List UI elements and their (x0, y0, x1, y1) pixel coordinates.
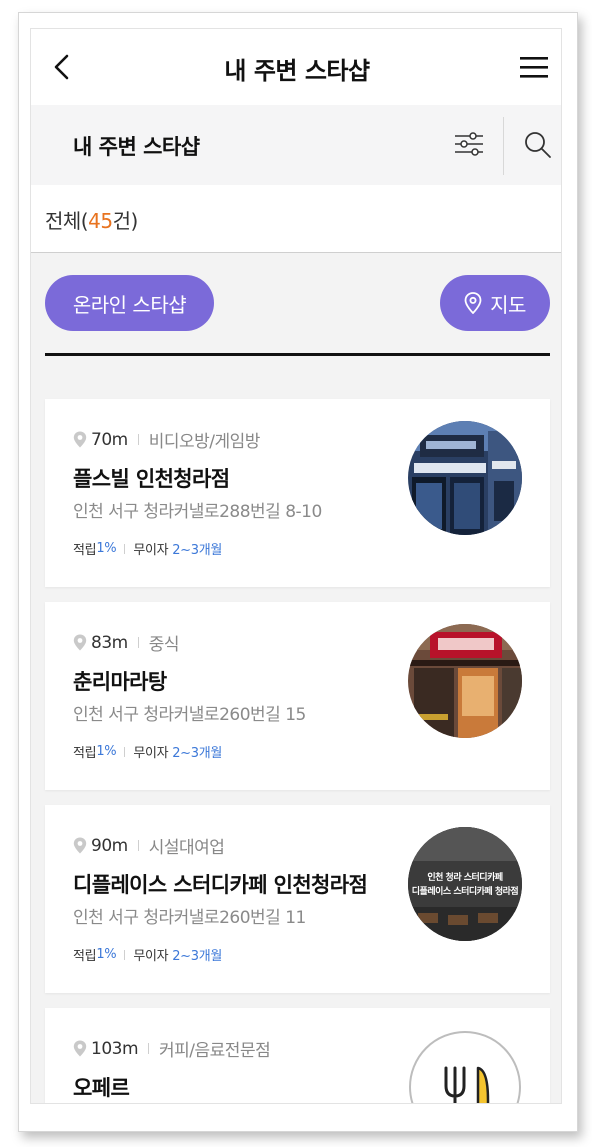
shop-card[interactable]: 83m 중식 춘리마라탕 인천 서구 청라커낼로260번길 15 적립 1% 무이… (45, 602, 550, 790)
shop-category: 비디오방/게임방 (148, 432, 261, 452)
shop-thumbnail: 인천 청라 스터디카페 디플레이스 스터디카페 청라점 (408, 827, 522, 941)
location-pin-icon (73, 837, 87, 854)
search-icon[interactable] (523, 130, 553, 160)
shop-distance: 103m (91, 1038, 139, 1059)
map-button-label: 지도 (490, 292, 526, 317)
shop-thumbnail (408, 1030, 522, 1103)
section-divider (45, 353, 550, 356)
storefront-photo-icon (408, 421, 522, 535)
result-count: 전체(45건) (45, 209, 138, 233)
shop-name: 플스빌 인천청라점 (73, 467, 230, 491)
location-pin-icon (464, 292, 482, 314)
shop-name: 오페르 (73, 1076, 130, 1100)
shop-card[interactable]: 103m 커피/음료전문점 오페르 (45, 1008, 550, 1103)
shop-benefits: 적립 1% 무이자 2~3개월 (73, 947, 223, 964)
header-divider (503, 117, 504, 175)
installment-period: 2~3개월 (172, 543, 223, 558)
shop-category: 중식 (148, 635, 180, 655)
thumb-caption-line1: 인천 청라 스터디카페 (427, 873, 503, 883)
installment-period: 2~3개월 (172, 949, 223, 964)
shop-category: 시설대여업 (148, 838, 225, 858)
result-count-row: 전체(45건) (31, 185, 561, 253)
shop-meta: 103m 커피/음료전문점 (73, 1036, 271, 1061)
point-rate: 1% (96, 947, 117, 962)
shop-distance: 83m (91, 632, 128, 653)
map-button[interactable]: 지도 (440, 275, 550, 331)
online-starshop-button[interactable]: 온라인 스타샵 (45, 275, 214, 331)
app-bar: 내 주변 스타샵 (31, 29, 561, 105)
location-pin-icon (73, 1040, 87, 1057)
shop-category: 커피/음료전문점 (159, 1041, 271, 1061)
page-title: 내 주변 스타샵 (224, 57, 370, 85)
shop-distance: 90m (91, 835, 128, 856)
app-screen: 내 주변 스타샵 내 주변 스타샵 전체(45건) 온라인 스타샵 지도 70m… (30, 28, 562, 1104)
shop-name: 디플레이스 스터디카페 인천청라점 (73, 873, 368, 897)
filter-sliders-icon[interactable] (453, 129, 485, 159)
result-count-number: 45 (88, 209, 113, 233)
shop-card[interactable]: 70m 비디오방/게임방 플스빌 인천청라점 인천 서구 청라커낼로288번길 … (45, 399, 550, 587)
installment-period: 2~3개월 (172, 746, 223, 761)
fork-knife-placeholder-icon (409, 1031, 521, 1103)
shop-address: 인천 서구 청라커낼로260번길 11 (73, 908, 306, 928)
hamburger-menu-icon[interactable] (519, 55, 549, 79)
thumb-caption-line2: 디플레이스 스터디카페 청라점 (411, 887, 519, 897)
shop-meta: 70m 비디오방/게임방 (73, 427, 260, 452)
shop-meta: 83m 중식 (73, 630, 179, 655)
shop-benefits: 적립 1% 무이자 2~3개월 (73, 744, 223, 761)
shop-benefits: 적립 1% 무이자 2~3개월 (73, 541, 223, 558)
point-rate: 1% (96, 541, 117, 556)
shop-address: 인천 서구 청라커낼로260번길 15 (73, 705, 306, 725)
shop-address: 인천 서구 청라커낼로288번길 8-10 (73, 502, 322, 522)
shop-card[interactable]: 90m 시설대여업 디플레이스 스터디카페 인천청라점 인천 서구 청라커낼로2… (45, 805, 550, 993)
shop-name: 춘리마라탕 (73, 670, 167, 694)
location-pin-icon (73, 634, 87, 651)
shop-distance: 70m (91, 429, 128, 450)
shop-meta: 90m 시설대여업 (73, 833, 225, 858)
restaurant-photo-icon (408, 624, 522, 738)
section-title: 내 주변 스타샵 (73, 135, 200, 159)
point-rate: 1% (96, 744, 117, 759)
shop-thumbnail (408, 421, 522, 535)
shop-thumbnail (408, 624, 522, 738)
location-pin-icon (73, 431, 87, 448)
sub-header: 내 주변 스타샵 (31, 105, 561, 185)
